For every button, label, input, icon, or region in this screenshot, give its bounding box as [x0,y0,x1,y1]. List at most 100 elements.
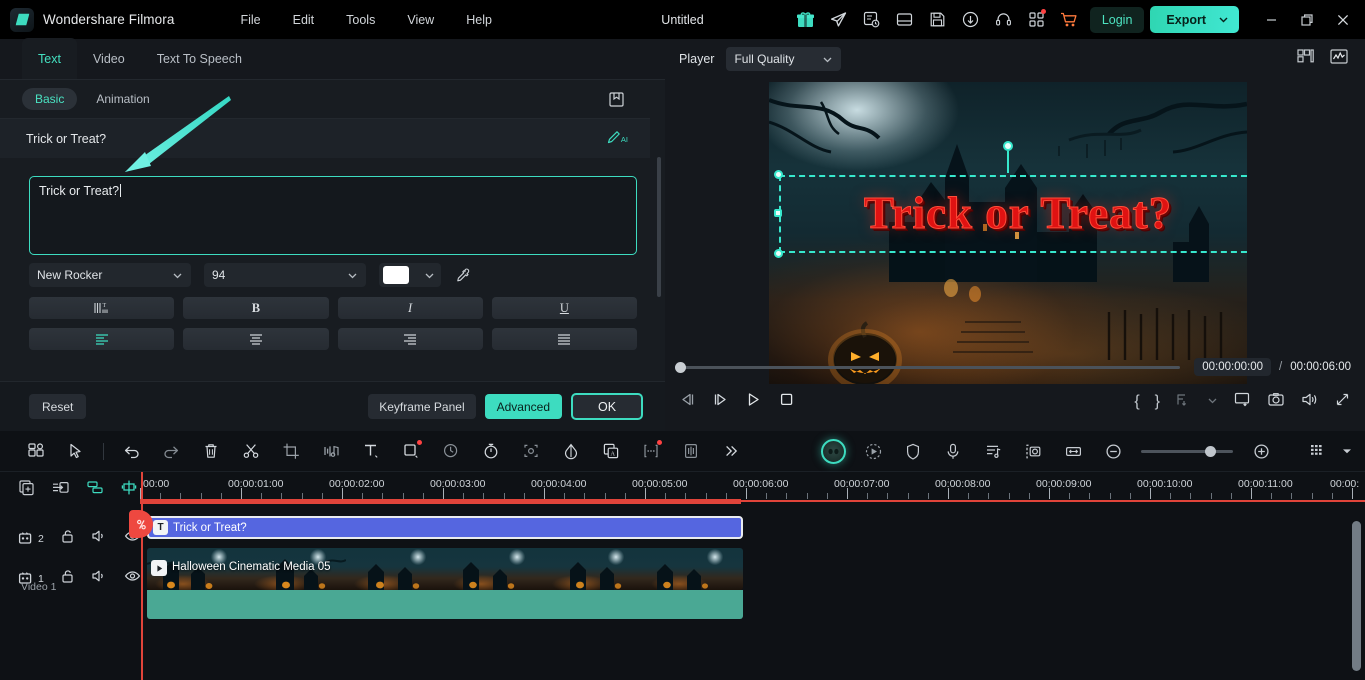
keyframe-panel-button[interactable]: Keyframe Panel [368,394,476,419]
play-button[interactable] [745,391,762,413]
mute-icon[interactable] [91,568,108,589]
playlist-icon[interactable] [973,431,1013,472]
import-icon[interactable] [51,479,70,501]
login-button[interactable]: Login [1089,6,1145,33]
zoom-out-icon[interactable] [1093,431,1133,472]
playhead[interactable] [129,472,153,680]
tab-text-to-speech[interactable]: Text To Speech [141,38,258,79]
snapshot-track-icon[interactable] [1013,431,1053,472]
fit-timeline-icon[interactable] [1053,431,1093,472]
panel-scrollbar[interactable] [657,157,661,297]
headset-icon[interactable] [987,0,1020,39]
lock-icon[interactable] [60,568,75,589]
mic-icon[interactable] [933,431,973,472]
rotate-handle[interactable] [1003,141,1013,151]
player-progress-handle[interactable] [675,361,686,373]
clip-audio-waveform[interactable] [147,590,743,619]
group-icon[interactable] [86,479,104,501]
speed-icon[interactable] [431,431,471,472]
translate-icon[interactable]: A [591,431,631,472]
mask-icon[interactable] [391,431,431,472]
volume-icon[interactable] [1300,391,1319,413]
text-selection-box[interactable]: Trick or Treat? [774,141,1247,258]
cart-icon[interactable] [1053,0,1086,39]
preview-canvas[interactable]: Trick or Treat? [769,82,1247,384]
dropdown-caret-icon[interactable] [1207,393,1218,411]
ai-pen-icon[interactable]: AI [606,129,628,145]
zoom-slider-handle[interactable] [1205,445,1216,457]
select-tool-icon[interactable] [56,431,96,472]
export-frame-icon[interactable] [1175,391,1192,413]
close-button[interactable] [1325,0,1361,39]
vertical-text-button[interactable]: T [29,297,175,319]
mute-icon[interactable] [91,528,108,549]
split-icon[interactable] [231,431,271,472]
timeline-ruler[interactable]: 00:00 00:00:01:00 00:00:02:00 00:00:03:0… [140,472,1365,507]
gift-icon[interactable] [789,0,822,39]
advanced-button[interactable]: Advanced [484,394,562,419]
player-progress-bar[interactable] [675,361,1181,373]
italic-button[interactable]: I [337,297,483,319]
subtab-animation[interactable]: Animation [83,88,162,110]
resize-handle-bl[interactable] [774,249,783,258]
export-button[interactable]: Export [1150,6,1239,33]
tab-video[interactable]: Video [77,38,141,79]
waveform-icon[interactable] [1329,47,1349,71]
maximize-button[interactable] [1289,0,1325,39]
font-family-select[interactable]: New Rocker [29,263,191,287]
dropdown-caret-icon[interactable] [1337,431,1357,472]
save-preset-icon[interactable] [605,88,627,110]
eyedropper-icon[interactable] [455,267,471,283]
minimize-button[interactable] [1253,0,1289,39]
send-icon[interactable] [822,0,855,39]
resize-handle-tl[interactable] [774,170,783,179]
reset-button[interactable]: Reset [29,394,87,419]
snapshot-icon[interactable] [1267,391,1285,413]
undo-icon[interactable] [111,431,151,472]
stop-button[interactable] [778,391,795,413]
lock-icon[interactable] [60,528,75,549]
text-input[interactable]: Trick or Treat? [29,176,637,255]
menu-view[interactable]: View [391,9,450,31]
timeline-vertical-scrollbar[interactable] [1352,521,1361,671]
save-icon[interactable] [921,0,954,39]
eye-icon[interactable] [124,568,141,589]
quality-select[interactable]: Full Quality [726,47,842,71]
fullscreen-icon[interactable] [1334,391,1351,413]
align-left-button[interactable] [29,328,175,350]
crop-icon[interactable] [271,431,311,472]
timeline-clip-text[interactable]: T Trick or Treat? [147,516,743,539]
redo-icon[interactable] [151,431,191,472]
grid-view-icon[interactable] [1296,47,1315,71]
menu-tools[interactable]: Tools [330,9,391,31]
align-center-button[interactable] [183,328,329,350]
font-color-picker[interactable] [379,263,441,287]
bold-button[interactable]: B [183,297,329,319]
timer-icon[interactable] [471,431,511,472]
ai-assistant-icon[interactable] [813,431,853,472]
menu-edit[interactable]: Edit [277,9,331,31]
motion-track-icon[interactable] [511,431,551,472]
apps-grid-icon[interactable] [1020,0,1053,39]
timeline-clip-video[interactable]: Halloween Cinematic Media 05 [147,548,743,590]
cloud-upload-icon[interactable] [954,0,987,39]
screen-icon[interactable] [1233,391,1252,413]
delete-icon[interactable] [191,431,231,472]
mark-out-button[interactable]: } [1155,393,1160,411]
more-icon[interactable] [631,431,671,472]
tasks-icon[interactable] [855,0,888,39]
prev-frame-button[interactable] [679,391,696,413]
chevron-more-icon[interactable] [711,431,751,472]
color-match-icon[interactable] [551,431,591,472]
step-back-button[interactable] [712,391,729,413]
underline-button[interactable]: U [491,297,637,319]
ok-button[interactable]: OK [571,393,643,420]
mark-in-button[interactable]: { [1134,393,1139,411]
align-right-button[interactable] [337,328,483,350]
text-icon[interactable] [351,431,391,472]
audio-stretch-icon[interactable] [671,431,711,472]
menu-help[interactable]: Help [450,9,508,31]
menu-file[interactable]: File [224,9,276,31]
zoom-in-icon[interactable] [1241,431,1281,472]
media-library-icon[interactable] [16,431,56,472]
